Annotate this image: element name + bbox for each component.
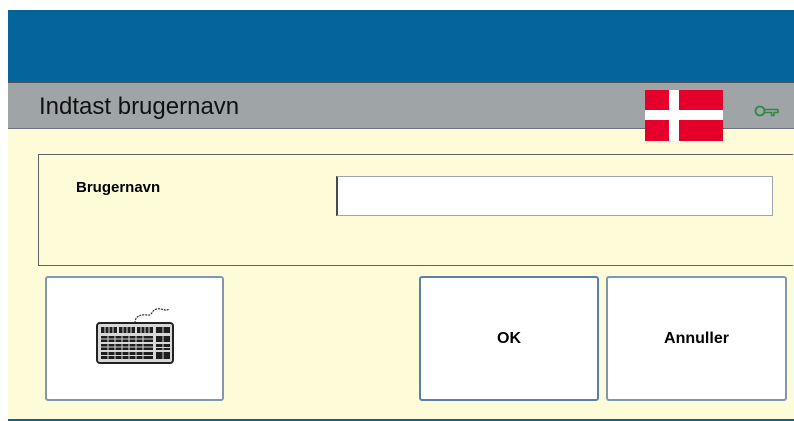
dialog-title: Indtast brugernavn <box>39 93 240 120</box>
ok-button[interactable]: OK <box>419 276 599 401</box>
username-field-panel: Brugernavn <box>38 154 793 266</box>
cancel-button-label: Annuller <box>664 329 729 347</box>
key-icon[interactable] <box>754 103 780 119</box>
ok-button-label: OK <box>497 329 521 347</box>
cancel-button[interactable]: Annuller <box>606 276 787 401</box>
username-dialog: Indtast brugernavn Brugernavn OK Annulle… <box>8 82 794 419</box>
screen: Indtast brugernavn Brugernavn OK Annulle… <box>0 0 794 421</box>
username-input[interactable] <box>336 176 773 216</box>
keyboard-icon <box>96 308 174 364</box>
keyboard-button[interactable] <box>45 276 224 401</box>
denmark-flag-icon[interactable] <box>645 90 723 141</box>
username-label: Brugernavn <box>76 179 161 196</box>
dialog-titlebar: Indtast brugernavn <box>8 83 794 141</box>
